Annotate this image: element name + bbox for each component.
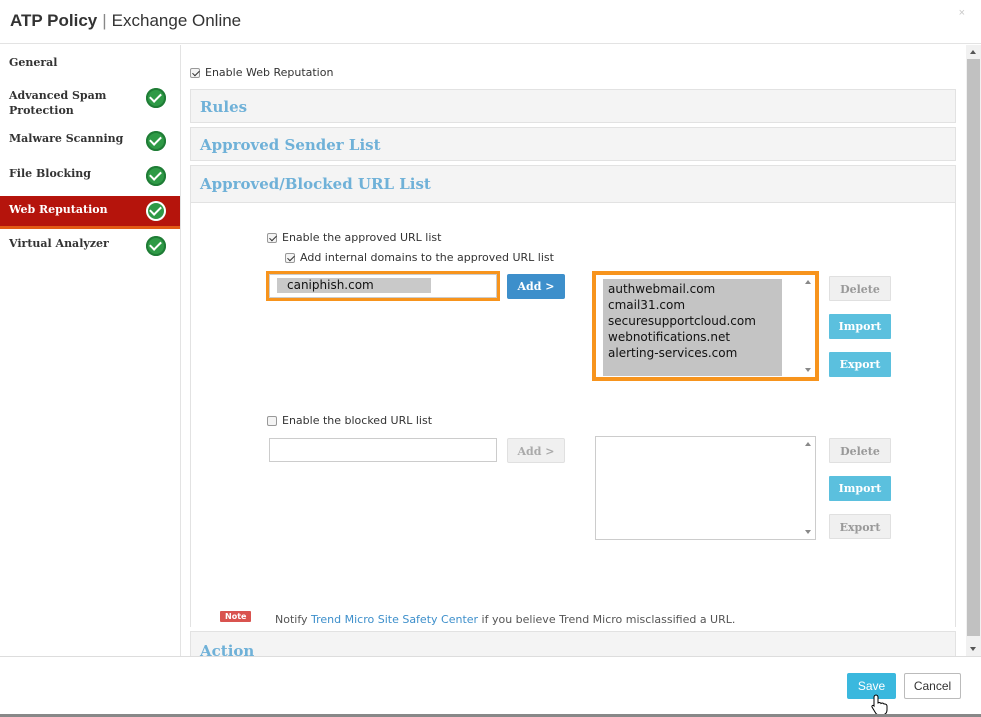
- approved-delete-button[interactable]: Delete: [829, 276, 891, 301]
- note-badge: Note: [220, 611, 252, 622]
- blocked-import-button[interactable]: Import: [829, 476, 891, 501]
- dialog-footer: Save Cancel: [0, 656, 981, 717]
- list-item[interactable]: securesupportcloud.com: [608, 313, 777, 329]
- atp-policy-dialog: ATP Policy | Exchange Online × General Adv…: [0, 0, 981, 717]
- approved-url-input[interactable]: caniphish.com: [266, 271, 500, 301]
- section-approved-sender-title[interactable]: Approved Sender List: [200, 136, 381, 154]
- hand-cursor-icon: [871, 694, 888, 716]
- sidebar-nav: General Advanced Spam Protection Malware…: [0, 45, 181, 656]
- check-circle-icon: [146, 131, 166, 151]
- enable-web-reputation-label: Enable Web Reputation: [205, 66, 334, 80]
- sidebar-item-virtual-analyzer[interactable]: Virtual Analyzer: [0, 234, 180, 258]
- enable-blocked-row: Enable the blocked URL list: [267, 413, 432, 427]
- sidebar-item-web-reputation[interactable]: Web Reputation: [0, 196, 180, 229]
- list-item[interactable]: authwebmail.com: [608, 281, 777, 297]
- cancel-button[interactable]: Cancel: [904, 673, 961, 699]
- enable-web-reputation-row: Enable Web Reputation: [190, 65, 333, 79]
- internal-domains-row: Add internal domains to the approved URL…: [285, 250, 554, 264]
- dialog-header: ATP Policy | Exchange Online ×: [0, 0, 981, 44]
- site-safety-center-link[interactable]: Trend Micro Site Safety Center: [311, 613, 478, 626]
- scroll-down-icon[interactable]: [805, 530, 811, 534]
- section-url-list: Approved/Blocked URL List Enable the app…: [190, 165, 956, 627]
- section-url-list-title[interactable]: Approved/Blocked URL List: [200, 175, 431, 193]
- note-suffix: if you believe Trend Micro misclassified…: [478, 613, 736, 626]
- title-separator: |: [102, 11, 107, 30]
- title-main: ATP Policy: [10, 11, 98, 30]
- sidebar-item-file-blocking[interactable]: File Blocking: [0, 164, 180, 188]
- scrollbar-thumb[interactable]: [967, 59, 980, 636]
- scroll-down-icon[interactable]: [970, 647, 976, 651]
- enable-blocked-label: Enable the blocked URL list: [282, 414, 433, 428]
- enable-approved-checkbox[interactable]: [267, 232, 277, 243]
- approved-import-button[interactable]: Import: [829, 314, 891, 339]
- main-panel: Enable Web Reputation Rules Approved Sen…: [182, 45, 966, 656]
- blocked-add-button[interactable]: Add >: [507, 438, 565, 463]
- approved-url-list[interactable]: authwebmail.com cmail31.com securesuppor…: [592, 271, 819, 381]
- enable-approved-label: Enable the approved URL list: [282, 231, 442, 245]
- check-circle-icon: [146, 236, 166, 256]
- dialog-title: ATP Policy | Exchange Online: [10, 11, 241, 31]
- check-circle-icon: [146, 166, 166, 186]
- check-circle-icon: [146, 201, 166, 221]
- title-sub: Exchange Online: [111, 11, 242, 30]
- approved-add-button[interactable]: Add >: [507, 274, 565, 299]
- check-circle-icon: [146, 88, 166, 108]
- sidebar-item-general[interactable]: General: [0, 53, 180, 71]
- section-rules[interactable]: Rules: [190, 89, 956, 123]
- approved-url-items: authwebmail.com cmail31.com securesuppor…: [603, 279, 782, 376]
- blocked-list-scrollbar[interactable]: [801, 437, 815, 539]
- blocked-url-list[interactable]: [595, 436, 816, 540]
- scroll-down-icon[interactable]: [805, 368, 811, 372]
- list-item[interactable]: alerting-services.com: [608, 345, 777, 361]
- enable-approved-row: Enable the approved URL list: [267, 230, 441, 244]
- enable-blocked-checkbox[interactable]: [267, 415, 277, 426]
- section-action[interactable]: Action: [190, 631, 956, 656]
- approved-url-input-value: caniphish.com: [277, 278, 431, 293]
- url-list-body: Enable the approved URL list Add interna…: [191, 202, 955, 627]
- sidebar-item-malware-scanning[interactable]: Malware Scanning: [0, 129, 180, 153]
- list-item[interactable]: cmail31.com: [608, 297, 777, 313]
- section-approved-sender-list[interactable]: Approved Sender List: [190, 127, 956, 161]
- main-scrollbar[interactable]: [966, 45, 981, 656]
- list-item[interactable]: webnotifications.net: [608, 329, 777, 345]
- section-rules-title[interactable]: Rules: [200, 98, 247, 116]
- scroll-up-icon[interactable]: [805, 442, 811, 446]
- internal-domains-label: Add internal domains to the approved URL…: [300, 251, 554, 265]
- note-prefix: Notify: [275, 613, 312, 626]
- approved-list-scrollbar[interactable]: [801, 275, 815, 377]
- enable-web-reputation-checkbox[interactable]: [190, 67, 200, 78]
- sidebar-item-label: Malware Scanning: [9, 132, 124, 145]
- scroll-up-icon[interactable]: [805, 280, 811, 284]
- approved-export-button[interactable]: Export: [829, 352, 891, 377]
- sidebar-item-label: General: [9, 56, 58, 69]
- sidebar-item-label: Advanced Spam Protection: [9, 89, 107, 117]
- blocked-delete-button[interactable]: Delete: [829, 438, 891, 463]
- sidebar-item-advanced-spam-protection[interactable]: Advanced Spam Protection: [0, 87, 180, 119]
- sidebar-item-label: Virtual Analyzer: [9, 237, 109, 250]
- note-text: Notify Trend Micro Site Safety Center if…: [275, 613, 735, 626]
- blocked-export-button[interactable]: Export: [829, 514, 891, 539]
- scroll-up-icon[interactable]: [970, 50, 976, 54]
- close-icon[interactable]: ×: [959, 7, 965, 19]
- blocked-url-input[interactable]: [269, 438, 497, 462]
- internal-domains-checkbox[interactable]: [285, 252, 295, 263]
- sidebar-item-label: Web Reputation: [9, 203, 108, 216]
- sidebar-item-label: File Blocking: [9, 167, 91, 180]
- section-action-title[interactable]: Action: [200, 642, 254, 656]
